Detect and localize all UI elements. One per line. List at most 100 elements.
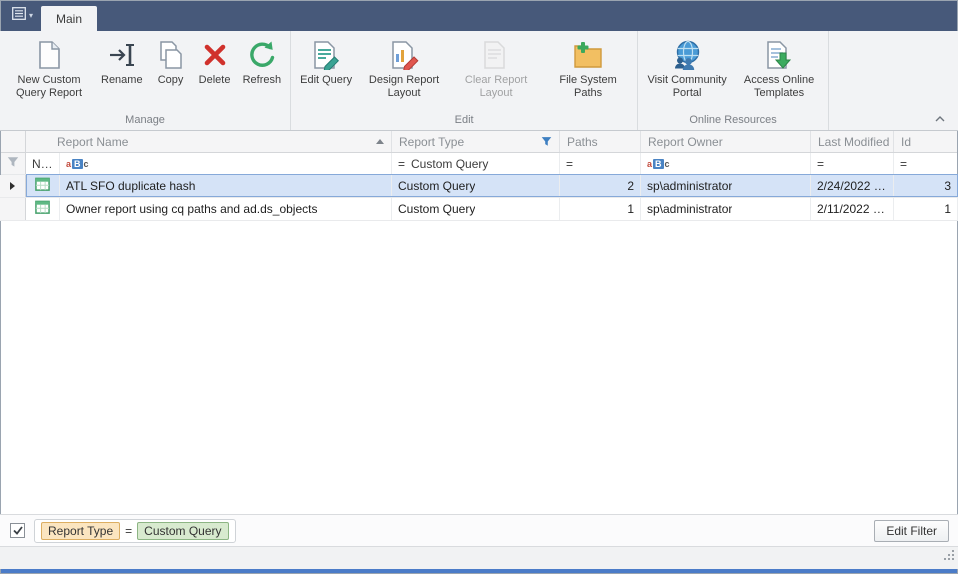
column-header-id[interactable]: Id [894,131,958,152]
app-window: ▾ Main New Custom Query Report Rename [0,0,958,574]
column-header-label: Id [901,135,911,149]
button-label: Design Report Layout [364,74,444,100]
column-header-label: Report Type [399,135,464,149]
row-indicator [0,175,26,197]
button-label: Copy [158,74,184,87]
app-menu-icon [12,7,26,25]
clear-report-layout-icon [480,39,512,71]
filter-cell-report-name[interactable]: aBc [60,153,392,174]
table-row[interactable]: Owner report using cq paths and ad.ds_ob… [0,198,958,221]
ribbon: New Custom Query Report Rename Copy [0,31,958,131]
file-system-paths-button[interactable]: File System Paths [543,34,633,113]
design-report-layout-icon [388,39,420,71]
ribbon-collapse-button[interactable] [932,111,948,125]
filter-value-chip[interactable]: Custom Query [137,522,228,540]
column-header-report-owner[interactable]: Report Owner [641,131,811,152]
ribbon-group-online-resources: Visit Community Portal Access Online Tem… [638,31,829,130]
button-label: Access Online Templates [739,74,819,100]
report-owner-cell: sp\administrator [641,175,811,197]
column-header-label: Report Owner [648,135,723,149]
design-report-layout-button[interactable]: Design Report Layout [359,34,449,113]
button-label: Rename [101,74,143,87]
button-label: Edit Query [300,74,352,87]
clear-report-layout-button: Clear Report Layout [451,34,541,113]
filter-cell-id[interactable]: = [894,153,958,174]
refresh-icon [246,39,278,71]
row-indicator [0,198,26,220]
current-row-arrow-icon [10,182,15,190]
equals-operator-icon: = [398,157,405,171]
online-templates-icon [763,39,795,71]
grid-filter-row: No i... aBc = Custom Query = aBc = = [0,153,958,175]
button-label: Delete [199,74,231,87]
column-header-label: Last Modified [818,135,889,149]
report-type-cell: Custom Query [392,175,560,197]
new-document-icon [33,39,65,71]
copy-icon [155,39,187,71]
filter-value: Custom Query [411,157,488,171]
chevron-up-icon [935,109,945,127]
last-modified-cell: 2/11/2022 4:4... [811,198,894,220]
visit-community-portal-button[interactable]: Visit Community Portal [642,34,732,113]
refresh-button[interactable]: Refresh [238,34,287,113]
table-row[interactable]: ATL SFO duplicate hash Custom Query 2 sp… [0,175,958,198]
column-header-last-modified[interactable]: Last Modified [811,131,894,152]
access-online-templates-button[interactable]: Access Online Templates [734,34,824,113]
tab-main[interactable]: Main [41,6,97,31]
button-label: New Custom Query Report [9,74,89,100]
new-custom-query-report-button[interactable]: New Custom Query Report [4,34,94,113]
row-indicator-header [0,131,26,152]
column-header-label: Paths [567,135,598,149]
edit-query-button[interactable]: Edit Query [295,34,357,113]
copy-button[interactable]: Copy [150,34,192,113]
report-icon-cell [26,198,60,220]
abc-filter-icon: aBc [647,159,670,169]
window-bottom-border [0,569,958,574]
edit-filter-button[interactable]: Edit Filter [874,520,949,542]
equals-operator-icon: = [566,157,573,171]
paths-cell: 1 [560,198,641,220]
filter-cell-last-modified[interactable]: = [811,153,894,174]
column-header-report-name[interactable]: Report Name [26,131,392,152]
filter-cell-report-type[interactable]: = Custom Query [392,153,560,174]
reports-grid: Report Name Report Type Paths Report Own… [0,131,958,514]
rename-button[interactable]: Rename [96,34,148,113]
ribbon-group-edit: Edit Query Design Report Layout Clear Re… [291,31,638,130]
column-header-label: Report Name [57,135,128,149]
filter-panel: Report Type = Custom Query Edit Filter [0,514,958,546]
grid-header-row: Report Name Report Type Paths Report Own… [0,131,958,153]
report-name-cell: ATL SFO duplicate hash [60,175,392,197]
community-portal-icon [671,39,703,71]
ribbon-group-caption: Manage [1,113,289,130]
report-name-cell: Owner report using cq paths and ad.ds_ob… [60,198,392,220]
filter-cell-report-owner[interactable]: aBc [641,153,811,174]
filter-expression: Report Type = Custom Query [34,519,236,543]
abc-filter-icon: aBc [66,159,89,169]
report-type-cell: Custom Query [392,198,560,220]
app-menu-button[interactable]: ▾ [4,0,41,31]
report-table-icon [35,177,50,195]
filter-cell-image[interactable]: No i... [26,153,60,174]
filter-operator[interactable]: = [125,524,132,538]
filter-cell-paths[interactable]: = [560,153,641,174]
delete-icon [199,39,231,71]
button-label: File System Paths [548,74,628,100]
ribbon-group-manage: New Custom Query Report Rename Copy [0,31,291,130]
equals-operator-icon: = [817,157,824,171]
column-header-paths[interactable]: Paths [560,131,641,152]
column-header-report-type[interactable]: Report Type [392,131,560,152]
delete-button[interactable]: Delete [194,34,236,113]
filter-enabled-checkbox[interactable] [10,523,25,538]
filter-field-chip[interactable]: Report Type [41,522,120,540]
id-cell: 1 [894,198,958,220]
id-cell: 3 [894,175,958,197]
rename-icon [106,39,138,71]
equals-operator-icon: = [900,157,907,171]
filter-funnel-icon [7,156,19,171]
button-label: Visit Community Portal [647,74,727,100]
ribbon-tab-bar: ▾ Main [0,0,958,31]
report-owner-cell: sp\administrator [641,198,811,220]
grid-empty-area [0,221,958,514]
resize-grip[interactable] [943,549,956,567]
filter-funnel-icon[interactable] [541,136,552,147]
